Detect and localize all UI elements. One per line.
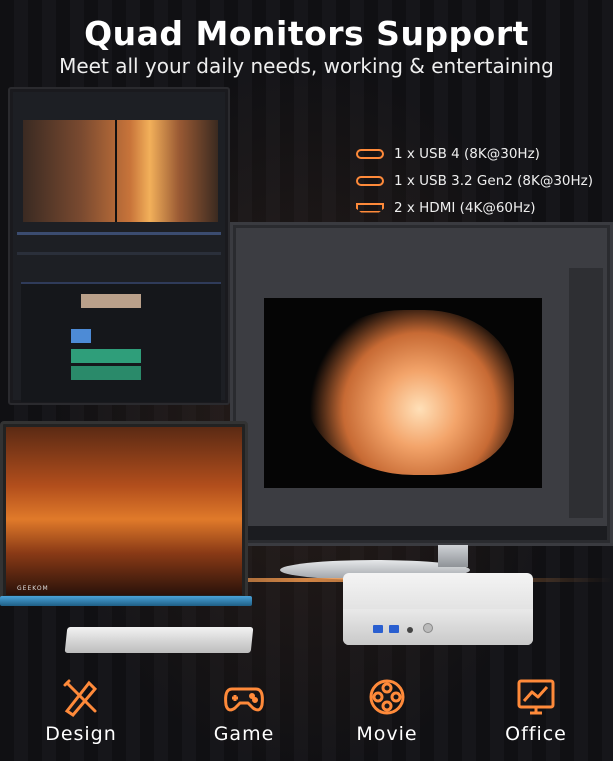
editor-toolbar (17, 252, 221, 255)
product-banner: Quad Monitors Support Meet all your dail… (0, 0, 613, 761)
timeline-clip (81, 294, 141, 308)
chart-monitor-icon (517, 679, 555, 715)
port-list: 1 x USB 4 (8K@30Hz) 1 x USB 3.2 Gen2 (8K… (356, 140, 606, 221)
video-editor-screen (13, 92, 225, 402)
monitor-neck (438, 545, 468, 567)
film-reel-icon (369, 679, 405, 715)
playback-controls (17, 232, 221, 235)
use-case-label: Office (505, 723, 567, 745)
power-button (423, 623, 433, 633)
usb-a-port (373, 625, 383, 633)
portable-monitor-brand: GEEKOM (17, 585, 49, 592)
mini-pc (343, 573, 533, 645)
editing-timeline (21, 282, 221, 402)
photo-canvas (264, 298, 542, 488)
use-case-game: Game (184, 675, 304, 745)
use-case-label: Movie (356, 723, 418, 745)
port-label: 2 x HDMI (4K@60Hz) (394, 199, 536, 216)
mini-pc-front (343, 609, 533, 645)
vertical-monitor (8, 87, 230, 405)
use-case-movie: Movie (327, 675, 447, 745)
use-case-label: Design (45, 723, 117, 745)
keyboard (64, 627, 254, 653)
design-tools-icon (63, 679, 98, 717)
banner-subtitle: Meet all your daily needs, working & ent… (59, 54, 554, 78)
portable-monitor-stand (0, 596, 252, 606)
port-item: 1 x USB 4 (8K@30Hz) (356, 140, 606, 167)
gamepad-icon (224, 687, 264, 712)
taskbar (236, 526, 607, 540)
audio-jack (407, 627, 413, 633)
timeline-clip (71, 349, 141, 363)
movie-scene (6, 427, 242, 595)
port-item: 1 x USB 3.2 Gen2 (8K@30Hz) (356, 167, 606, 194)
port-label: 1 x USB 3.2 Gen2 (8K@30Hz) (394, 172, 594, 189)
usb-c-icon (356, 175, 384, 186)
video-preview (23, 120, 218, 222)
timeline-clip (71, 329, 91, 343)
banner-title: Quad Monitors Support (84, 14, 529, 53)
use-case-design: Design (21, 675, 141, 745)
main-monitor (230, 222, 613, 546)
use-case-office: Office (476, 675, 596, 745)
use-case-row: Design Game Movie Office (0, 675, 613, 755)
usb-a-port (389, 625, 399, 633)
use-case-label: Game (213, 723, 275, 745)
hdmi-icon (356, 202, 384, 213)
photo-editor-screen (236, 228, 607, 540)
usb-c-icon (356, 148, 384, 159)
port-item: 2 x HDMI (4K@60Hz) (356, 194, 606, 221)
timeline-clip (71, 366, 141, 380)
flower-artwork (304, 310, 514, 475)
editor-side-panel (569, 268, 603, 518)
portable-monitor: GEEKOM (0, 421, 248, 601)
port-label: 1 x USB 4 (8K@30Hz) (394, 145, 540, 162)
